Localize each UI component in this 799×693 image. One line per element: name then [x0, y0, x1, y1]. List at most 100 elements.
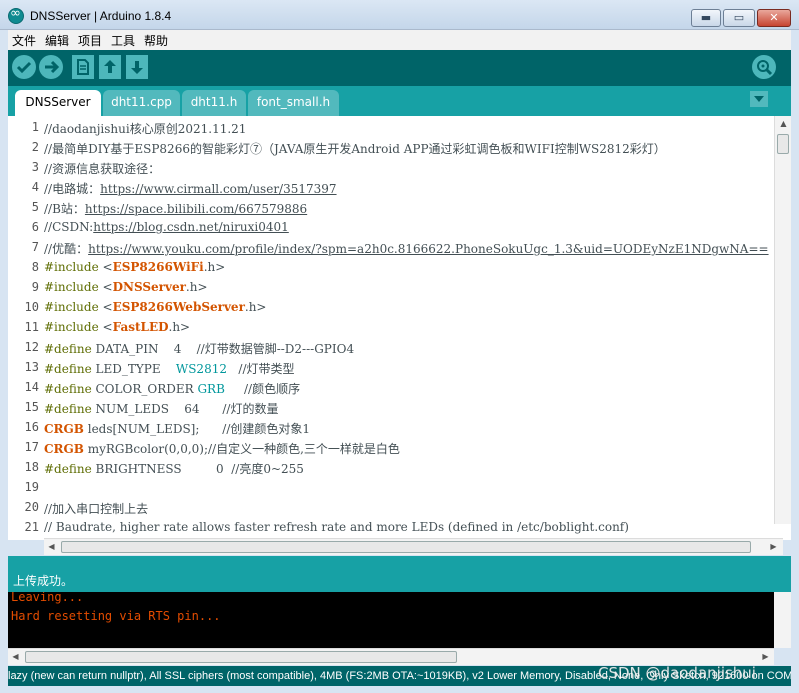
- menu-sketch[interactable]: 项目: [78, 32, 102, 49]
- code-link[interactable]: https://www.cirmall.com/user/3517397: [100, 182, 336, 196]
- menu-help[interactable]: 帮助: [144, 32, 168, 49]
- scroll-right-icon[interactable]: ▶: [758, 649, 773, 664]
- maximize-icon: ▭: [733, 11, 745, 24]
- code-line: #include <ESP8266WebServer.h>: [44, 300, 267, 314]
- code-token: //资源信息获取途径：: [44, 162, 161, 176]
- code-editor[interactable]: 1 2 3 4 5 6 7 8 9 10 11 12 13 14 15 16 17 18 19 20 21 //daod…: [8, 116, 791, 540]
- code-token: #define: [44, 342, 96, 356]
- code-token: leds[NUM_LEDS]; //创建颜色对象1: [83, 422, 311, 436]
- code-token: //CSDN:: [44, 220, 94, 234]
- code-line: //CSDN:https://blog.csdn.net/niruxi0401: [44, 220, 289, 234]
- status-message: 上传成功。: [13, 574, 74, 588]
- code-area[interactable]: //daodanjishui核心原创2021.11.21 //最简单DIY基于ES…: [44, 116, 774, 540]
- line-number: 19: [24, 480, 39, 494]
- code-token: #define: [44, 402, 96, 416]
- scroll-up-icon[interactable]: ▲: [776, 116, 791, 131]
- code-token: ESP8266WiFi: [112, 260, 204, 274]
- title-bar: DNSServer | Arduino 1.8.4 ▬ ▭ ✕: [0, 0, 799, 30]
- console-line: Leaving...: [11, 592, 84, 604]
- tab-dht11-h[interactable]: dht11.h: [182, 90, 246, 116]
- code-line: //daodanjishui核心原创2021.11.21: [44, 120, 246, 137]
- open-button[interactable]: [99, 55, 121, 79]
- line-number: 21: [24, 520, 39, 534]
- code-token: .h>: [203, 260, 226, 274]
- code-token: ESP8266WebServer: [112, 300, 245, 314]
- upload-icon: [45, 60, 60, 74]
- tab-font-small-h[interactable]: font_small.h: [248, 90, 339, 116]
- editor-vertical-scroll-thumb[interactable]: [777, 134, 789, 154]
- menu-tools[interactable]: 工具: [111, 32, 135, 49]
- line-number: 17: [24, 440, 39, 454]
- code-token: #define: [44, 362, 96, 376]
- code-link[interactable]: https://blog.csdn.net/niruxi0401: [93, 220, 289, 234]
- code-token: //daodanjishui核心原创2021.11.21: [44, 122, 247, 136]
- menu-edit[interactable]: 编辑: [45, 32, 69, 49]
- code-token: //优酷：: [44, 242, 89, 256]
- upload-button[interactable]: [39, 55, 63, 79]
- line-number: 5: [31, 200, 39, 214]
- tab-dnsserver[interactable]: DNSServer: [15, 90, 101, 116]
- code-token: #define: [44, 462, 96, 476]
- line-number: 4: [31, 180, 39, 194]
- code-line: #define LED_TYPE WS2812 //灯带类型: [44, 360, 295, 377]
- code-token: //最简单DIY基于ESP8266的智能彩灯⑦（JAVA原生开发Android …: [44, 142, 666, 156]
- save-button[interactable]: [126, 55, 148, 79]
- window-title: DNSServer | Arduino 1.8.4: [30, 9, 172, 23]
- toolbar: [8, 50, 791, 86]
- code-token: CRGB: [44, 422, 84, 436]
- line-number: 9: [31, 280, 39, 294]
- save-icon: [131, 61, 143, 74]
- menu-file[interactable]: 文件: [12, 32, 36, 49]
- console-horizontal-scrollbar[interactable]: ◀ ▶: [8, 648, 774, 665]
- tab-dht11-cpp[interactable]: dht11.cpp: [103, 90, 180, 116]
- minimize-icon: ▬: [700, 11, 712, 24]
- code-line: #define COLOR_ORDER GRB //颜色顺序: [44, 380, 300, 397]
- maximize-button[interactable]: ▭: [723, 9, 755, 27]
- console-output[interactable]: Leaving... Hard resetting via RTS pin...: [8, 592, 791, 648]
- code-line: //电路城：https://www.cirmall.com/user/35173…: [44, 180, 337, 197]
- editor-vertical-scrollbar[interactable]: ▲: [774, 116, 791, 524]
- close-button[interactable]: ✕: [757, 9, 791, 27]
- line-number: 11: [24, 320, 39, 334]
- new-button[interactable]: [72, 55, 94, 79]
- new-icon: [77, 59, 89, 75]
- code-token: #include: [44, 300, 103, 314]
- scroll-right-icon[interactable]: ▶: [766, 539, 781, 554]
- code-token: WS2812: [175, 362, 227, 376]
- code-line: #include <ESP8266WiFi.h>: [44, 260, 225, 274]
- verify-button[interactable]: [12, 55, 36, 79]
- scroll-left-icon[interactable]: ◀: [44, 539, 59, 554]
- pane-divider[interactable]: [8, 556, 791, 566]
- line-number: 12: [24, 340, 39, 354]
- code-line: // Baudrate, higher rate allows faster r…: [44, 520, 629, 534]
- line-number: 7: [31, 240, 39, 254]
- code-token: .h>: [185, 280, 208, 294]
- code-token: COLOR_ORDER: [95, 382, 198, 396]
- code-token: DATA_PIN 4 //灯带数据管脚--D2---GPIO4: [95, 342, 355, 356]
- code-token: BRIGHTNESS 0 //亮度0~255: [95, 462, 304, 476]
- line-number: 3: [31, 160, 39, 174]
- console-horizontal-scroll-thumb[interactable]: [25, 651, 457, 663]
- console-vertical-scrollbar[interactable]: [774, 592, 791, 648]
- minimize-button[interactable]: ▬: [691, 9, 721, 27]
- code-token: <: [102, 260, 113, 274]
- code-line: #define BRIGHTNESS 0 //亮度0~255: [44, 460, 304, 477]
- line-number-gutter: 1 2 3 4 5 6 7 8 9 10 11 12 13 14 15 16 17 18 19 20 21: [8, 116, 44, 540]
- scroll-left-icon[interactable]: ◀: [8, 649, 23, 664]
- code-line: #include <FastLED.h>: [44, 320, 190, 334]
- close-icon: ✕: [769, 11, 779, 24]
- status-bar: 上传成功。: [8, 566, 791, 592]
- editor-horizontal-scroll-thumb[interactable]: [61, 541, 751, 553]
- serial-monitor-button[interactable]: [752, 55, 776, 79]
- tab-menu-button[interactable]: [750, 91, 768, 107]
- code-link[interactable]: https://space.bilibili.com/667579886: [85, 202, 307, 216]
- code-line: //优酷：https://www.youku.com/profile/index…: [44, 240, 769, 257]
- editor-horizontal-scrollbar[interactable]: ◀ ▶: [44, 538, 783, 555]
- code-token: FastLED: [112, 320, 169, 334]
- code-link[interactable]: https://www.youku.com/profile/index/?spm…: [88, 242, 768, 256]
- code-line: #define NUM_LEDS 64 //灯的数量: [44, 400, 278, 417]
- code-token: #define: [44, 382, 96, 396]
- line-number: 13: [24, 360, 39, 374]
- code-line: #define DATA_PIN 4 //灯带数据管脚--D2---GPIO4: [44, 340, 354, 357]
- line-number: 18: [24, 460, 39, 474]
